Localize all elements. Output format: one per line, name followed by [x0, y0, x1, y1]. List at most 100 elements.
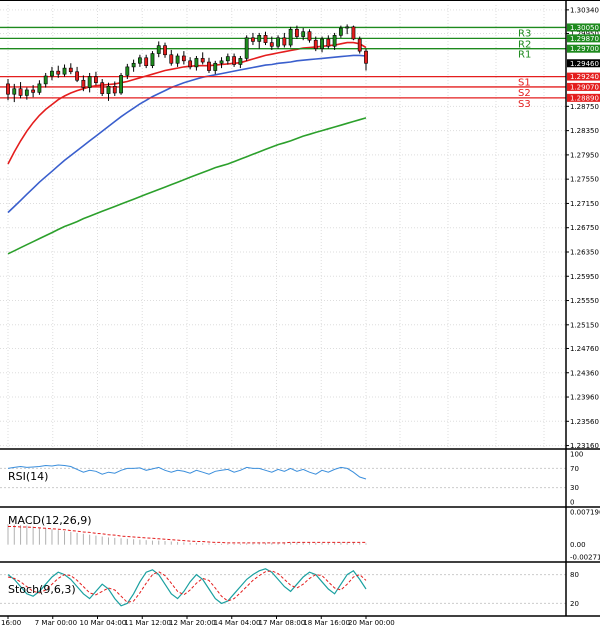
level-tag-text: 1.29700 — [570, 45, 599, 53]
candle-body — [301, 31, 306, 37]
candle-body — [194, 58, 199, 68]
candle-body — [150, 53, 155, 66]
rsi-tick-label: 0 — [570, 499, 574, 507]
chart-canvas: R3R2R1S1S2S3 1.303401.299501.287501.2835… — [0, 0, 600, 627]
candle-body — [144, 57, 149, 66]
candle-body — [307, 31, 312, 41]
candle-body — [50, 70, 54, 77]
x-tick-label: 16:00 — [1, 619, 21, 627]
candle-body — [169, 54, 174, 64]
price-tick-label: 1.27150 — [570, 200, 599, 208]
stoch-tick-label: 80 — [570, 571, 579, 579]
level-label-s3: S3 — [518, 99, 531, 110]
price-tick-label: 1.27550 — [570, 176, 599, 184]
stoch-tick-label: 20 — [570, 600, 579, 608]
ma-red-line — [7, 41, 367, 165]
level-tag-text: 1.30050 — [570, 24, 599, 32]
rsi-panel: 100 70 30 0 RSI(14) — [0, 448, 600, 507]
x-tick-label: 11 Mar 12:00 — [124, 619, 171, 627]
candle-body — [87, 76, 92, 88]
candle-body — [94, 76, 98, 83]
x-tick-label: 14 Mar 04:00 — [214, 619, 261, 627]
candle-body — [357, 38, 362, 52]
candle-body — [18, 88, 23, 96]
x-tick-label: 17 Mar 08:00 — [259, 619, 306, 627]
candle-body — [276, 37, 280, 47]
candle-body — [75, 71, 79, 81]
rsi-tick-label: 30 — [570, 484, 579, 492]
candle-body — [81, 79, 86, 88]
candle-body — [345, 26, 350, 29]
candle-body — [338, 27, 343, 36]
candle-body — [213, 62, 218, 71]
macd-panel: 0.007196 0.00 -0.002711 MACD(12,26,9) — [0, 506, 600, 562]
candle-body — [263, 35, 268, 43]
candle-body — [12, 88, 17, 95]
candle-body — [68, 67, 73, 73]
candle-body — [232, 56, 237, 65]
candle-body — [320, 38, 324, 49]
candle-body — [326, 38, 331, 47]
macd-tick-label: 0.007196 — [570, 509, 600, 517]
level-price-tags: 1.30050 1.29870 1.29700 1.29240 1.29070 1.288… — [567, 23, 600, 102]
candle-body — [43, 75, 48, 85]
candle-body — [137, 57, 142, 64]
candle-body — [175, 55, 180, 64]
stoch-label: Stoch(9,6,3) — [8, 583, 76, 596]
x-tick-label: 20 Mar 00:00 — [348, 619, 395, 627]
macd-signal-line — [8, 526, 366, 544]
candle-body — [37, 83, 42, 93]
candle-body — [56, 70, 61, 75]
current-price-text: 1.29460 — [570, 60, 599, 68]
candle-body — [181, 55, 186, 62]
candle-body — [219, 60, 224, 64]
rsi-tick-label: 70 — [570, 465, 579, 473]
candle-body — [238, 58, 243, 65]
price-tick-label: 1.26750 — [570, 224, 599, 232]
price-tick-label: 1.28750 — [570, 103, 599, 111]
candle-body — [200, 58, 205, 63]
price-tick-label: 1.25950 — [570, 273, 599, 281]
x-tick-label: 10 Mar 04:00 — [80, 619, 127, 627]
macd-tick-label: -0.002711 — [570, 554, 600, 562]
price-tick-label: 1.30340 — [570, 6, 599, 14]
level-label-r1: R1 — [518, 50, 531, 61]
level-tag-text: 1.29240 — [570, 73, 599, 81]
candle-body — [24, 89, 29, 96]
candle-body — [62, 67, 67, 75]
price-tick-label: 1.23960 — [570, 394, 599, 402]
price-tick-label: 1.24360 — [570, 369, 599, 377]
candle-body — [156, 45, 161, 54]
rsi-label: RSI(14) — [8, 470, 48, 483]
candle-body — [269, 42, 274, 47]
price-tick-label: 1.26350 — [570, 248, 599, 256]
candle-body — [112, 86, 117, 94]
candle-body — [125, 66, 130, 76]
x-tick-label: 12 Mar 20:00 — [169, 619, 216, 627]
candle-body — [100, 82, 105, 94]
candle-body — [313, 39, 318, 49]
price-tick-label: 1.24760 — [570, 345, 599, 353]
price-tick-label: 1.25550 — [570, 297, 599, 305]
level-tag-text: 1.29070 — [570, 83, 599, 91]
candle-body — [207, 61, 211, 71]
candle-body — [119, 75, 123, 94]
rsi-line — [7, 464, 367, 480]
candle-body — [225, 56, 230, 62]
candle-body — [106, 86, 111, 94]
level-tag-text: 1.28890 — [570, 94, 599, 102]
x-tick-label: 7 Mar 00:00 — [35, 619, 77, 627]
candle-body — [257, 35, 262, 42]
macd-tick-label: 0.00 — [570, 541, 586, 549]
level-tag-text: 1.29870 — [570, 35, 599, 43]
macd-label: MACD(12,26,9) — [8, 514, 92, 527]
candle-body — [351, 26, 356, 40]
candle-body — [282, 37, 287, 46]
price-tick-label: 1.23560 — [570, 418, 599, 426]
candle-body — [244, 37, 249, 59]
candle-body — [295, 28, 299, 37]
time-axis: 16:00 7 Mar 00:00 10 Mar 04:0011 Mar 12:00… — [0, 615, 600, 627]
forex-chart: R3 R2 R1 S1 S2 S3 1.30340 1.29950 1.28750 1.2835… — [0, 0, 600, 629]
candle-body — [163, 45, 167, 56]
candle-body — [6, 83, 10, 95]
